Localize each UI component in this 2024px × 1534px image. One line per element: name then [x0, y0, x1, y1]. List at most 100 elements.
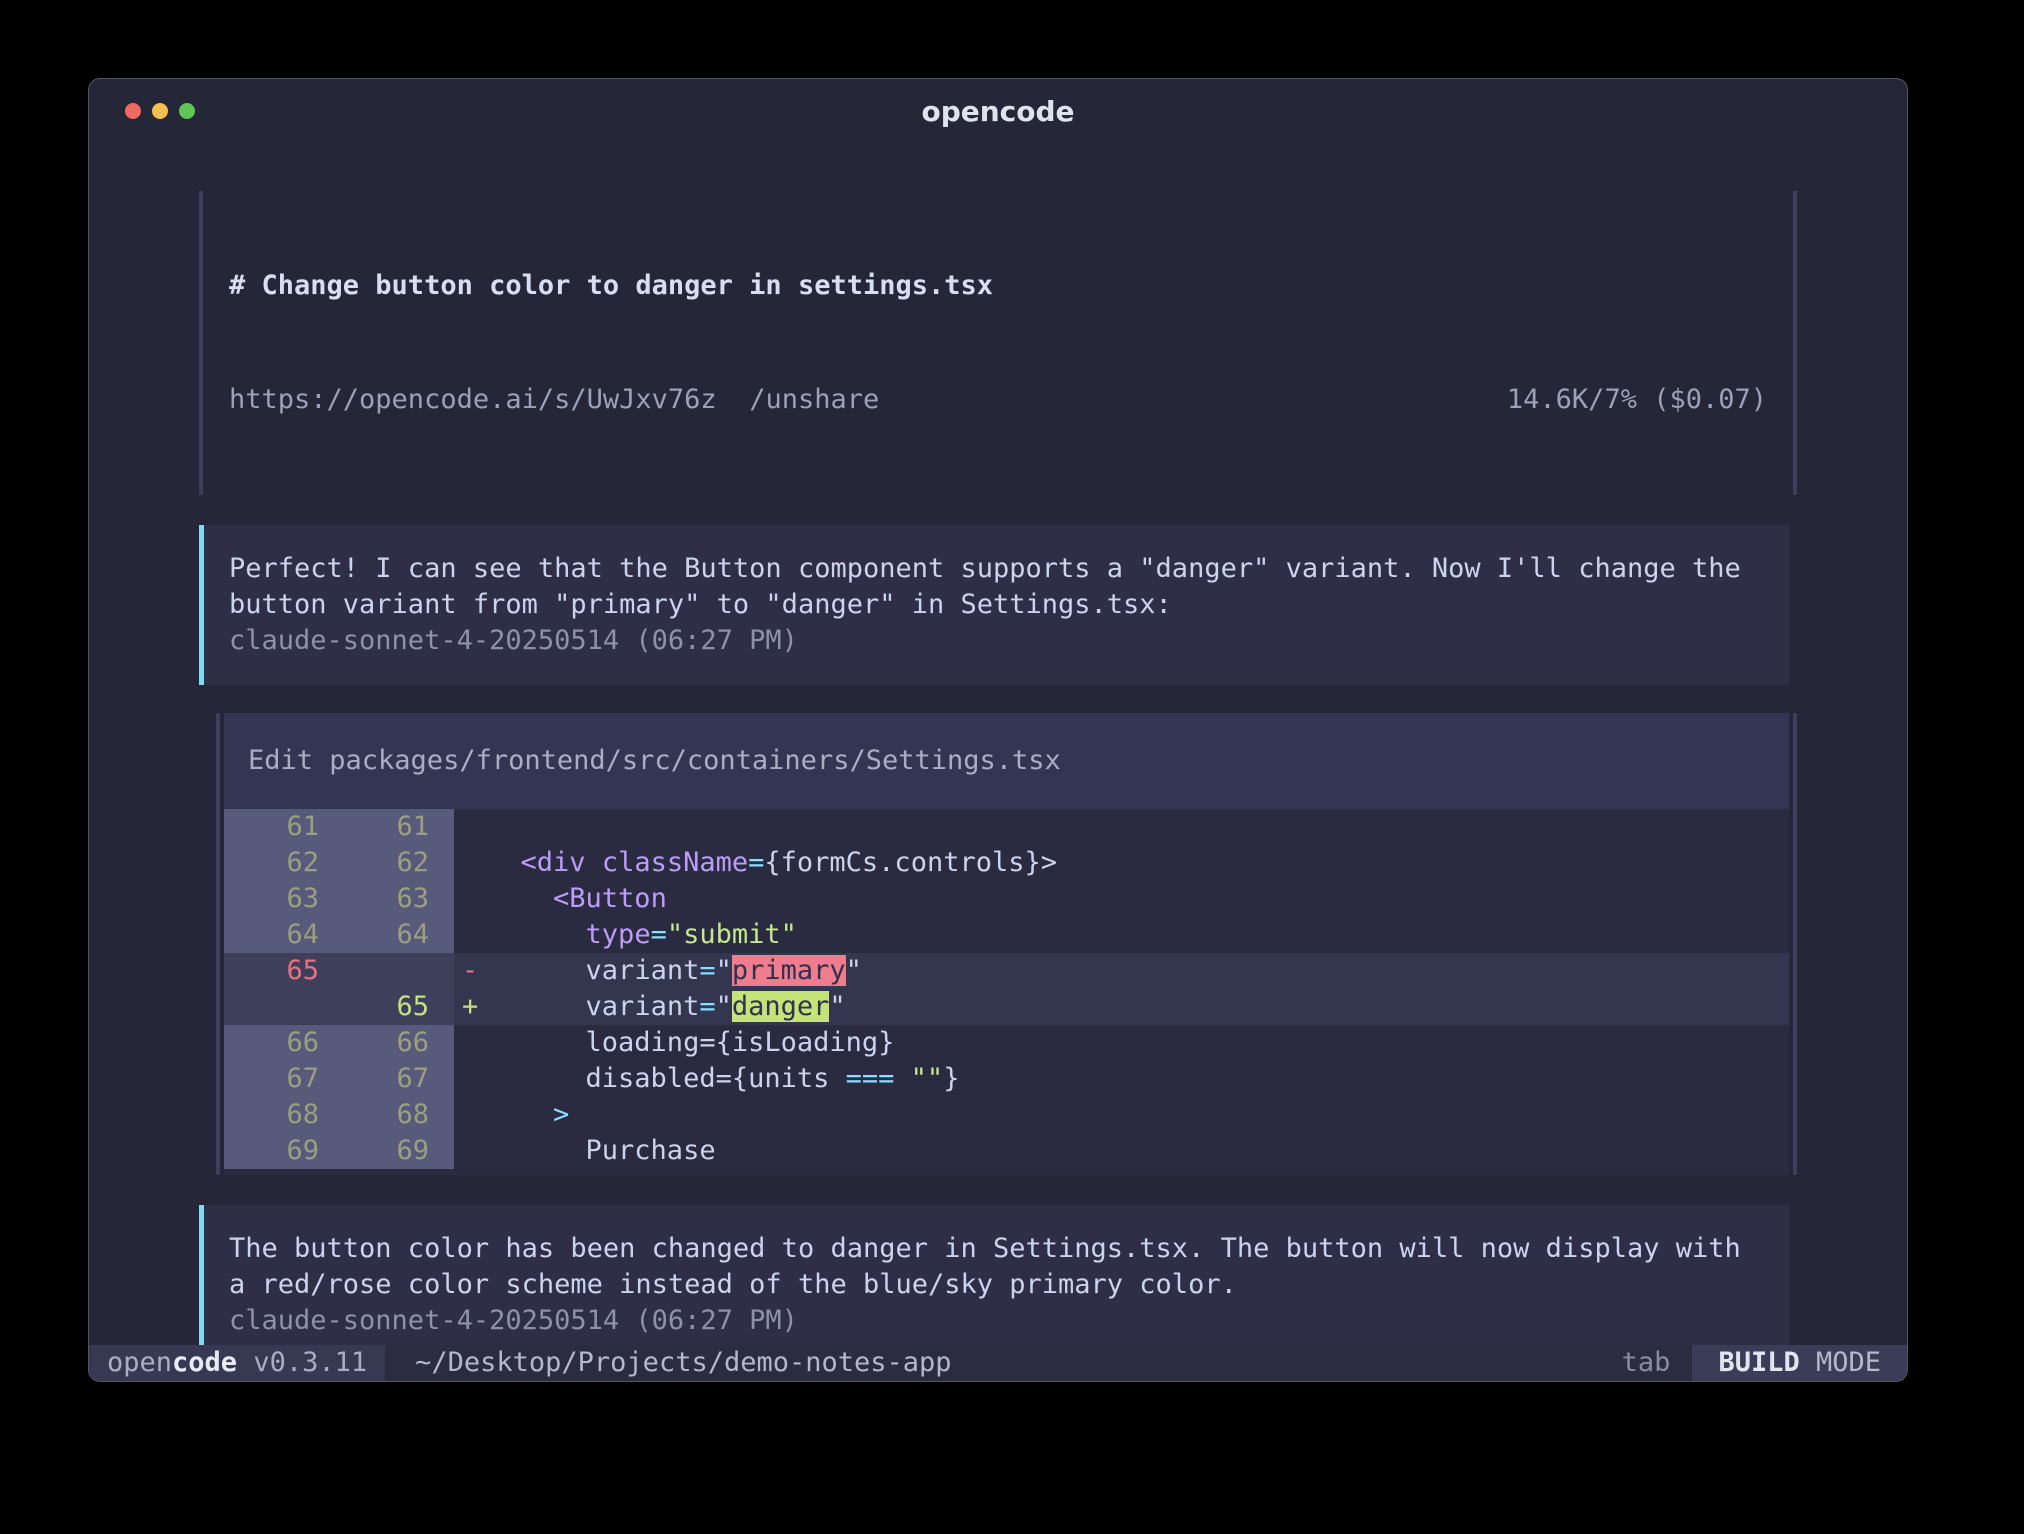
message-text-line: button variant from "primary" to "danger… — [229, 587, 1766, 623]
header-right-border — [1793, 191, 1797, 495]
message-text-line: a red/rose color scheme instead of the b… — [229, 1267, 1766, 1303]
code-token — [488, 1099, 553, 1130]
line-number-new: 69 — [319, 1133, 429, 1169]
opencode-window: opencode # Change button color to danger… — [88, 78, 1908, 1382]
session-title: # Change button color to danger in setti… — [229, 267, 1767, 305]
diff-code-line: disabled={units === ""} — [488, 1061, 1789, 1097]
code-token — [586, 847, 602, 878]
diff-row: 6363 <Button — [224, 881, 1789, 917]
edit-right-border — [1793, 713, 1797, 1175]
title-bar[interactable]: opencode — [89, 79, 1907, 143]
line-number-old: 62 — [224, 845, 319, 881]
line-number-new: 66 — [319, 1025, 429, 1061]
line-number-old: 66 — [224, 1025, 319, 1061]
model-timestamp: claude-sonnet-4-20250514 (06:27 PM) — [229, 623, 1766, 659]
code-token: = — [699, 955, 715, 986]
diff: 61616262 <div className={formCs.controls… — [224, 809, 1789, 1169]
code-token: " — [716, 991, 732, 1022]
mode-label-rest: MODE — [1800, 1347, 1881, 1378]
diff-code-line: loading={isLoading} — [488, 1025, 1789, 1061]
diff-code-line: Purchase — [488, 1133, 1789, 1169]
diff-code-line: type="submit" — [488, 917, 1789, 953]
line-number-new — [319, 953, 429, 989]
app-version-badge: opencode v0.3.11 — [89, 1345, 385, 1381]
code-token: " — [829, 991, 845, 1022]
diff-gutter: 65 — [224, 953, 454, 989]
diff-marker — [454, 917, 488, 953]
diff-gutter: 6969 — [224, 1133, 454, 1169]
code-token: primary — [732, 955, 846, 986]
code-token: <div — [521, 847, 586, 878]
diff-row: 65 + variant="danger" — [224, 989, 1789, 1025]
code-token: Purchase — [488, 1135, 716, 1166]
traffic-lights — [125, 79, 195, 143]
token-cost-stats: 14.6K/7% ($0.07) — [1507, 381, 1767, 419]
diff-marker — [454, 1025, 488, 1061]
app-version: v0.3.11 — [237, 1347, 367, 1378]
line-number-old: 63 — [224, 881, 319, 917]
code-token: "submit" — [667, 919, 797, 950]
line-number-new: 61 — [319, 809, 429, 845]
code-token — [488, 847, 521, 878]
diff-gutter: 6666 — [224, 1025, 454, 1061]
diff-marker: + — [454, 989, 488, 1025]
session-header: # Change button color to danger in setti… — [199, 191, 1797, 495]
zoom-button[interactable] — [179, 103, 195, 119]
diff-code-line: > — [488, 1097, 1789, 1133]
code-token — [488, 991, 586, 1022]
mode-label-bold: BUILD — [1718, 1347, 1799, 1378]
diff-gutter: 6161 — [224, 809, 454, 845]
diff-marker: - — [454, 953, 488, 989]
code-token: variant — [586, 955, 700, 986]
code-token: = — [748, 847, 764, 878]
diff-gutter: 6363 — [224, 881, 454, 917]
line-number-old: 64 — [224, 917, 319, 953]
edit-tool-block: Edit packages/frontend/src/containers/Se… — [216, 713, 1797, 1175]
model-timestamp: claude-sonnet-4-20250514 (06:27 PM) — [229, 1303, 1766, 1339]
diff-row: 6969 Purchase — [224, 1133, 1789, 1169]
line-number-old: 61 — [224, 809, 319, 845]
code-token: = — [651, 919, 667, 950]
window-title: opencode — [89, 95, 1907, 128]
code-token: " — [846, 955, 862, 986]
diff-marker — [454, 809, 488, 845]
diff-code-line: variant="danger" — [488, 989, 1789, 1025]
app-name-code: code — [172, 1347, 237, 1378]
diff-code-line: variant="primary" — [488, 953, 1789, 989]
app-name-open: open — [107, 1347, 172, 1378]
code-token: {formCs.controls}> — [764, 847, 1057, 878]
code-token: } — [943, 1063, 959, 1094]
code-token — [488, 955, 586, 986]
code-token: === — [846, 1063, 895, 1094]
line-number-old: 68 — [224, 1097, 319, 1133]
minimize-button[interactable] — [152, 103, 168, 119]
message-text-line: The button color has been changed to dan… — [229, 1231, 1766, 1267]
mode-toggle[interactable]: BUILD MODE — [1692, 1345, 1907, 1381]
diff-row: 6666 loading={isLoading} — [224, 1025, 1789, 1061]
unshare-command[interactable]: /unshare — [749, 381, 879, 419]
code-token: = — [699, 991, 715, 1022]
diff-marker — [454, 1061, 488, 1097]
line-number-new: 63 — [319, 881, 429, 917]
line-number-old — [224, 989, 319, 1025]
diff-marker — [454, 1097, 488, 1133]
diff-row: 6868 > — [224, 1097, 1789, 1133]
diff-code-line: <div className={formCs.controls}> — [488, 845, 1789, 881]
working-directory: ~/Desktop/Projects/demo-notes-app — [385, 1345, 951, 1381]
diff-gutter: 6262 — [224, 845, 454, 881]
code-token: > — [553, 1099, 569, 1130]
share-url-link[interactable]: https://opencode.ai/s/UwJxv76z — [229, 381, 717, 419]
code-token: loading={isLoading} — [488, 1027, 894, 1058]
code-token: className — [602, 847, 748, 878]
code-token — [894, 1063, 910, 1094]
diff-row: 6767 disabled={units === ""} — [224, 1061, 1789, 1097]
code-token: disabled={units — [488, 1063, 846, 1094]
diff-row: 6262 <div className={formCs.controls}> — [224, 845, 1789, 881]
session-content: # Change button color to danger in setti… — [89, 143, 1907, 1345]
diff-code-line — [488, 809, 1789, 845]
close-button[interactable] — [125, 103, 141, 119]
diff-marker — [454, 845, 488, 881]
diff-gutter: 65 — [224, 989, 454, 1025]
message-text-line: Perfect! I can see that the Button compo… — [229, 551, 1766, 587]
line-number-new: 65 — [319, 989, 429, 1025]
